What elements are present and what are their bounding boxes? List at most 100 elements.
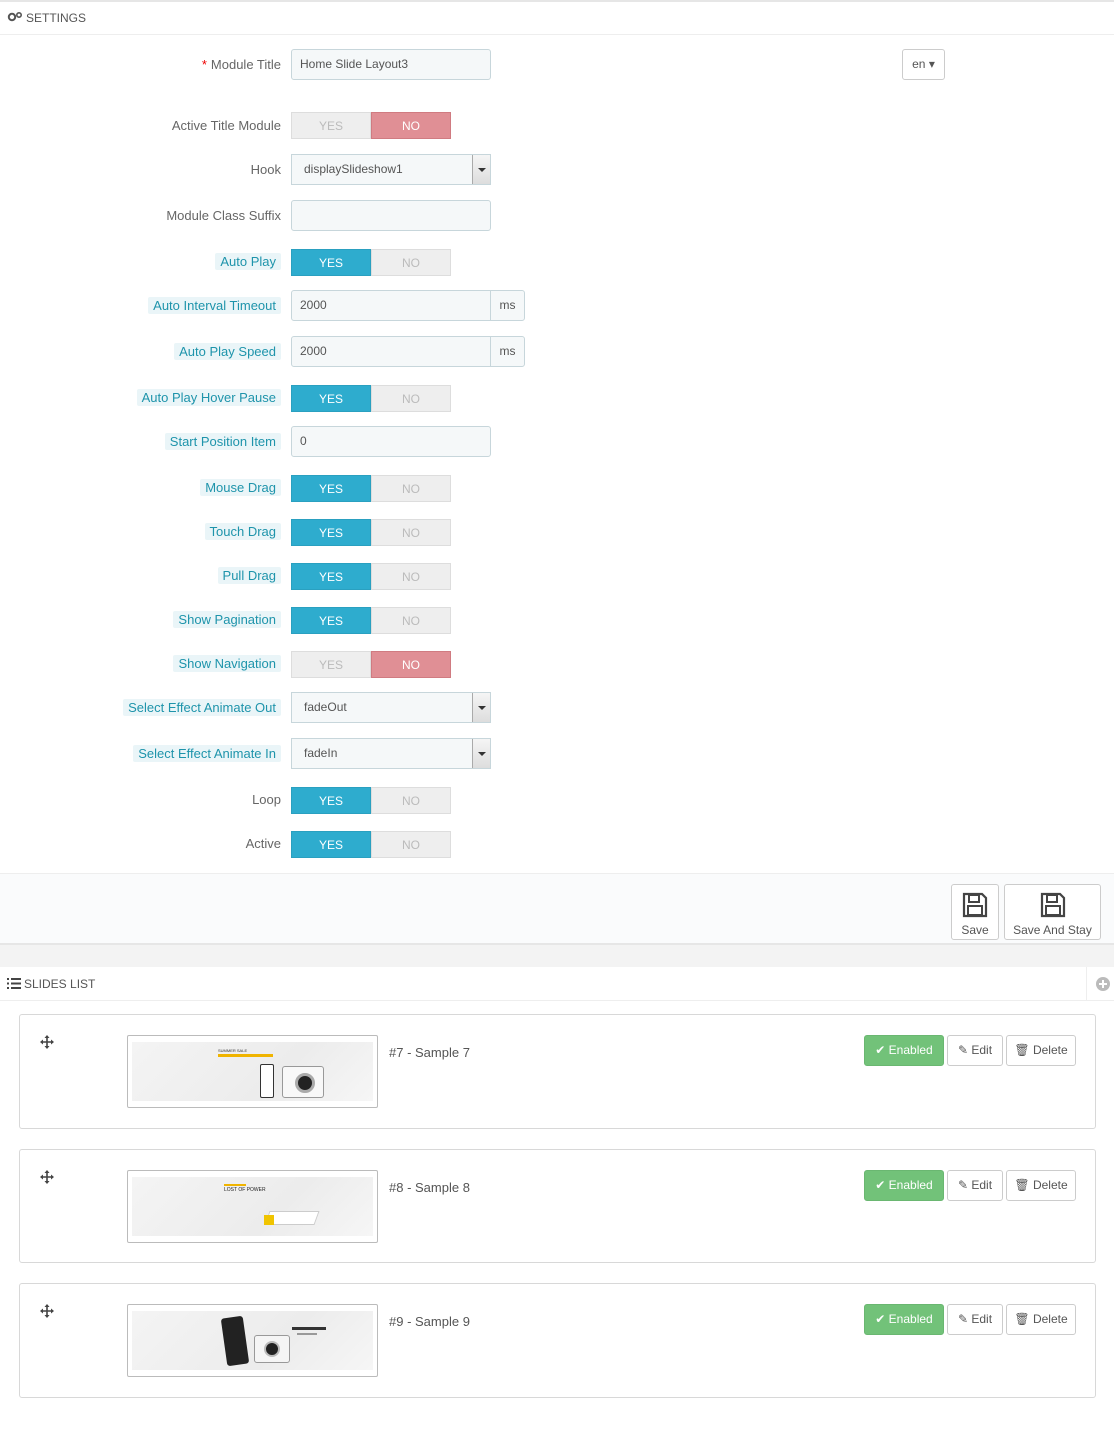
switch-yes[interactable]: YES xyxy=(291,385,371,412)
edit-button[interactable]: ✎ Edit xyxy=(947,1035,1003,1066)
effect-animate-in-label: Select Effect Animate In xyxy=(133,745,281,762)
show-pagination-switch[interactable]: YES NO xyxy=(291,607,451,634)
edit-button[interactable]: ✎ Edit xyxy=(947,1304,1003,1335)
plus-circle-icon xyxy=(1096,977,1110,991)
show-navigation-label: Show Navigation xyxy=(173,655,281,672)
slide-item: #9 - Sample 9 ✔ Enabled ✎ Edit 🗑 Delete xyxy=(19,1283,1096,1398)
active-switch[interactable]: YES NO xyxy=(291,831,451,858)
slide-item: SUMMER SALE #7 - Sample 7 ✔ Enabled ✎ Ed… xyxy=(19,1014,1096,1129)
trash-icon: 🗑 xyxy=(1014,1178,1030,1192)
auto-interval-timeout-label: Auto Interval Timeout xyxy=(148,297,281,314)
settings-footer: Save Save And Stay xyxy=(0,873,1114,945)
edit-icon: ✎ xyxy=(957,1312,969,1326)
module-title-input[interactable]: Home Slide Layout3 xyxy=(291,49,491,80)
auto-play-hover-pause-switch[interactable]: YES NO xyxy=(291,385,451,412)
move-icon[interactable] xyxy=(40,1304,54,1321)
slide-title: #7 - Sample 7 xyxy=(389,1045,470,1060)
thumbnail-product xyxy=(260,1064,274,1098)
thumbnail-accent xyxy=(297,1333,317,1335)
thumbnail-caption: LOST OF POWER xyxy=(224,1187,266,1193)
hook-label: Hook xyxy=(250,162,281,177)
auto-play-speed-input[interactable]: 2000 xyxy=(291,336,491,367)
switch-yes[interactable]: YES xyxy=(291,112,371,139)
switch-yes[interactable]: YES xyxy=(291,249,371,276)
switch-no[interactable]: NO xyxy=(371,831,451,858)
active-title-module-label: Active Title Module xyxy=(171,118,281,133)
save-and-stay-label: Save And Stay xyxy=(1013,923,1092,937)
mouse-drag-label: Mouse Drag xyxy=(200,479,281,496)
switch-no[interactable]: NO xyxy=(371,563,451,590)
switch-no[interactable]: NO xyxy=(371,787,451,814)
auto-interval-timeout-unit: ms xyxy=(490,290,525,321)
status-enabled-button[interactable]: ✔ Enabled xyxy=(864,1170,944,1201)
module-class-suffix-label: Module Class Suffix xyxy=(166,208,281,223)
thumbnail-accent xyxy=(224,1184,246,1186)
effect-animate-out-label: Select Effect Animate Out xyxy=(123,699,281,716)
move-icon[interactable] xyxy=(40,1170,54,1187)
switch-no[interactable]: NO xyxy=(371,112,451,139)
slides-list-heading-text: SLIDES LIST xyxy=(24,977,96,991)
switch-yes[interactable]: YES xyxy=(291,787,371,814)
slide-item: LOST OF POWER #8 - Sample 8 ✔ Enabled ✎ … xyxy=(19,1149,1096,1263)
switch-yes[interactable]: YES xyxy=(291,831,371,858)
auto-play-label: Auto Play xyxy=(215,253,281,270)
effect-animate-out-select[interactable]: fadeOut xyxy=(291,692,491,723)
switch-yes[interactable]: YES xyxy=(291,563,371,590)
select-arrow-icon xyxy=(472,155,490,184)
thumbnail-product xyxy=(264,1215,274,1225)
auto-play-hover-pause-label: Auto Play Hover Pause xyxy=(136,389,281,406)
pull-drag-switch[interactable]: YES NO xyxy=(291,563,451,590)
thumbnail-product xyxy=(282,1066,324,1098)
switch-yes[interactable]: YES xyxy=(291,475,371,502)
save-icon xyxy=(1005,892,1100,921)
switch-no[interactable]: NO xyxy=(371,519,451,546)
save-button-label: Save xyxy=(961,923,989,937)
status-enabled-button[interactable]: ✔ Enabled xyxy=(864,1304,944,1335)
switch-no[interactable]: NO xyxy=(371,385,451,412)
switch-no[interactable]: NO xyxy=(371,475,451,502)
switch-no[interactable]: NO xyxy=(371,607,451,634)
language-dropdown-button[interactable]: en ▾ xyxy=(902,49,945,80)
settings-heading: SETTINGS xyxy=(0,1,1114,35)
edit-icon: ✎ xyxy=(957,1178,969,1192)
edit-button[interactable]: ✎ Edit xyxy=(947,1170,1003,1201)
auto-play-speed-unit: ms xyxy=(490,336,525,367)
slide-title: #8 - Sample 8 xyxy=(389,1180,470,1195)
switch-no[interactable]: NO xyxy=(371,249,451,276)
active-title-module-switch[interactable]: YES NO xyxy=(291,112,451,139)
mouse-drag-switch[interactable]: YES NO xyxy=(291,475,451,502)
thumbnail-product xyxy=(220,1315,250,1367)
show-navigation-switch[interactable]: YES NO xyxy=(291,651,451,678)
start-position-item-label: Start Position Item xyxy=(164,433,281,450)
edit-icon: ✎ xyxy=(957,1043,969,1057)
effect-animate-in-select[interactable]: fadeIn xyxy=(291,738,491,769)
switch-no[interactable]: NO xyxy=(371,651,451,678)
touch-drag-switch[interactable]: YES NO xyxy=(291,519,451,546)
module-class-suffix-input[interactable] xyxy=(291,200,491,231)
loop-switch[interactable]: YES NO xyxy=(291,787,451,814)
slide-thumbnail: LOST OF POWER xyxy=(127,1170,378,1243)
auto-interval-timeout-input[interactable]: 2000 xyxy=(291,290,491,321)
delete-button[interactable]: 🗑 Delete xyxy=(1006,1304,1076,1335)
auto-play-switch[interactable]: YES NO xyxy=(291,249,451,276)
slide-thumbnail: SUMMER SALE xyxy=(127,1035,378,1108)
thumbnail-accent xyxy=(292,1327,326,1330)
add-slide-button[interactable] xyxy=(1086,967,1114,1000)
show-pagination-label: Show Pagination xyxy=(173,611,281,628)
list-icon xyxy=(7,968,21,1002)
switch-yes[interactable]: YES xyxy=(291,607,371,634)
auto-play-speed-label: Auto Play Speed xyxy=(174,343,281,360)
save-button[interactable]: Save xyxy=(951,884,999,940)
save-and-stay-button[interactable]: Save And Stay xyxy=(1004,884,1101,940)
start-position-item-input[interactable]: 0 xyxy=(291,426,491,457)
trash-icon: 🗑 xyxy=(1014,1312,1030,1326)
delete-button[interactable]: 🗑 Delete xyxy=(1006,1035,1076,1066)
switch-yes[interactable]: YES xyxy=(291,519,371,546)
module-title-label: * Module Title xyxy=(201,57,281,72)
move-icon[interactable] xyxy=(40,1035,54,1052)
active-label: Active xyxy=(245,836,281,851)
delete-button[interactable]: 🗑 Delete xyxy=(1006,1170,1076,1201)
switch-yes[interactable]: YES xyxy=(291,651,371,678)
status-enabled-button[interactable]: ✔ Enabled xyxy=(864,1035,944,1066)
hook-select[interactable]: displaySlideshow1 xyxy=(291,154,491,185)
